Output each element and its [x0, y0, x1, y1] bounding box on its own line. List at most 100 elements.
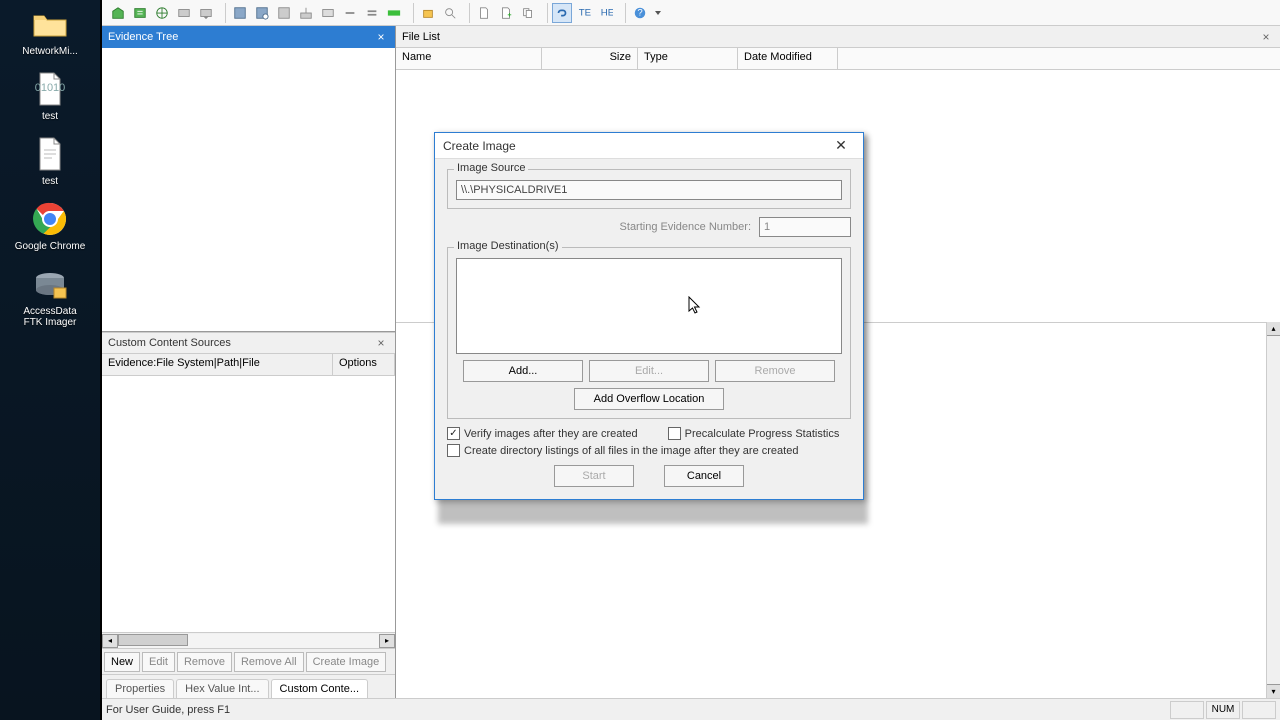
tb-help-icon[interactable]: ?	[630, 3, 650, 23]
precalc-label: Precalculate Progress Statistics	[685, 428, 840, 440]
evidence-tree-body[interactable]	[102, 48, 395, 331]
desktop-icon-label: Google Chrome	[15, 241, 86, 252]
left-column: Evidence Tree × Custom Content Sources ×…	[102, 26, 396, 698]
scroll-thumb[interactable]	[118, 634, 188, 646]
toolbar: TEXT HEX ?	[102, 0, 1280, 26]
dialog-buttons: Start Cancel	[447, 465, 851, 487]
close-icon[interactable]: ×	[373, 29, 389, 45]
overflow-row: Add Overflow Location	[456, 388, 842, 410]
dirlist-checkbox[interactable]	[447, 444, 460, 457]
tab-custom[interactable]: Custom Conte...	[271, 679, 368, 698]
desktop-icon-test1[interactable]: 01010 test	[14, 69, 86, 122]
tb-new-doc-icon[interactable]	[474, 3, 494, 23]
tb-add-evidence-icon[interactable]	[108, 3, 128, 23]
toolbar-separator	[620, 3, 626, 23]
custom-sources-title: Custom Content Sources	[108, 337, 231, 349]
add-button[interactable]: Add...	[463, 360, 583, 382]
cancel-button[interactable]: Cancel	[664, 465, 744, 487]
tb-zoom-icon[interactable]	[440, 3, 460, 23]
desktop-icon-ftk[interactable]: AccessData FTK Imager	[14, 264, 86, 328]
image-destination-legend: Image Destination(s)	[454, 240, 562, 252]
tb-disk-eject-icon[interactable]	[274, 3, 294, 23]
file-list-header[interactable]: File List ×	[396, 26, 1280, 48]
tb-export-icon[interactable]	[318, 3, 338, 23]
starting-evidence-input[interactable]	[759, 217, 851, 237]
svg-text:TEXT: TEXT	[579, 7, 591, 18]
col-name[interactable]: Name	[396, 48, 542, 69]
col-type[interactable]: Type	[638, 48, 738, 69]
tb-net-drive-icon[interactable]	[152, 3, 172, 23]
tb-equals-icon[interactable]	[362, 3, 382, 23]
col-size[interactable]: Size	[542, 48, 638, 69]
tab-hex[interactable]: Hex Value Int...	[176, 679, 268, 698]
dialog-titlebar[interactable]: Create Image ✕	[435, 133, 863, 159]
destination-list[interactable]	[456, 258, 842, 354]
tb-green-strip-icon[interactable]	[384, 3, 404, 23]
tb-capture-icon[interactable]	[296, 3, 316, 23]
scroll-track[interactable]	[118, 634, 379, 648]
svg-text:HEX: HEX	[601, 7, 613, 18]
col-options[interactable]: Options	[333, 354, 395, 375]
create-image-dialog: Create Image ✕ Image Source Starting Evi…	[434, 132, 864, 500]
file-list-title: File List	[402, 31, 440, 43]
custom-sources-list[interactable]	[102, 376, 395, 632]
desktop-icon-label: NetworkMi...	[22, 46, 78, 57]
desktop-icon-test2[interactable]: test	[14, 134, 86, 187]
desktop-icon-chrome[interactable]: Google Chrome	[14, 199, 86, 252]
tb-dropdown-icon[interactable]	[652, 3, 664, 23]
tb-image-mount2-icon[interactable]	[196, 3, 216, 23]
scroll-down-icon[interactable]: ▾	[1267, 684, 1280, 698]
verify-checkbox[interactable]	[447, 427, 460, 440]
precalc-checkbox[interactable]	[668, 427, 681, 440]
ftk-icon	[30, 264, 70, 304]
desktop: NetworkMi... 01010 test test Google Chro…	[0, 0, 100, 720]
custom-sources-panel: Custom Content Sources × Evidence:File S…	[102, 332, 395, 698]
edit-button: Edit...	[589, 360, 709, 382]
chrome-icon	[30, 199, 70, 239]
tb-text-mode-icon[interactable]: TEXT	[574, 3, 594, 23]
remove-button: Remove	[715, 360, 835, 382]
col-date[interactable]: Date Modified	[738, 48, 838, 69]
add-overflow-button[interactable]: Add Overflow Location	[574, 388, 724, 410]
tb-disk-info-icon[interactable]	[252, 3, 272, 23]
tb-image-mount-icon[interactable]	[174, 3, 194, 23]
evidence-tree-header[interactable]: Evidence Tree ×	[102, 26, 395, 48]
image-source-field	[456, 180, 842, 200]
image-source-legend: Image Source	[454, 162, 528, 174]
tb-detach-icon[interactable]	[340, 3, 360, 23]
col-evidence[interactable]: Evidence:File System|Path|File	[102, 354, 333, 375]
tb-add-all-icon[interactable]	[130, 3, 150, 23]
tb-link-icon[interactable]	[552, 3, 572, 23]
scroll-right-icon[interactable]: ▸	[379, 634, 395, 648]
close-icon[interactable]: ×	[1258, 29, 1274, 45]
desktop-icon-networkminer[interactable]: NetworkMi...	[14, 4, 86, 57]
destination-buttons: Add... Edit... Remove	[456, 360, 842, 382]
h-scrollbar[interactable]: ◂ ▸	[102, 632, 395, 648]
tab-properties[interactable]: Properties	[106, 679, 174, 698]
close-icon[interactable]: ✕	[827, 136, 855, 156]
verify-row: Verify images after they are created Pre…	[447, 427, 851, 440]
file-list-columns: Name Size Type Date Modified	[396, 48, 1280, 70]
tb-disk-icon[interactable]	[230, 3, 250, 23]
tb-hex-mode-icon[interactable]: HEX	[596, 3, 616, 23]
evidence-tree-title: Evidence Tree	[108, 31, 178, 43]
tb-doc-add-icon[interactable]	[496, 3, 516, 23]
toolbar-separator	[542, 3, 548, 23]
close-icon[interactable]: ×	[373, 335, 389, 351]
v-scrollbar[interactable]: ▴ ▾	[1266, 322, 1280, 698]
dialog-body: Image Source Starting Evidence Number: I…	[435, 159, 863, 499]
bottom-tabs: Properties Hex Value Int... Custom Conte…	[102, 674, 395, 698]
starting-evidence-label: Starting Evidence Number:	[620, 221, 751, 233]
scroll-up-icon[interactable]: ▴	[1267, 322, 1280, 336]
evidence-tree-panel: Evidence Tree ×	[102, 26, 395, 332]
textfile-icon: 01010	[30, 69, 70, 109]
tb-open-box-icon[interactable]	[418, 3, 438, 23]
status-cell	[1170, 701, 1204, 719]
create-image-button: Create Image	[306, 652, 387, 672]
toolbar-separator	[464, 3, 470, 23]
tb-doc-multi-icon[interactable]	[518, 3, 538, 23]
desktop-icon-label: test	[42, 111, 58, 122]
scroll-left-icon[interactable]: ◂	[102, 634, 118, 648]
custom-sources-header[interactable]: Custom Content Sources ×	[102, 332, 395, 354]
new-button[interactable]: New	[104, 652, 140, 672]
